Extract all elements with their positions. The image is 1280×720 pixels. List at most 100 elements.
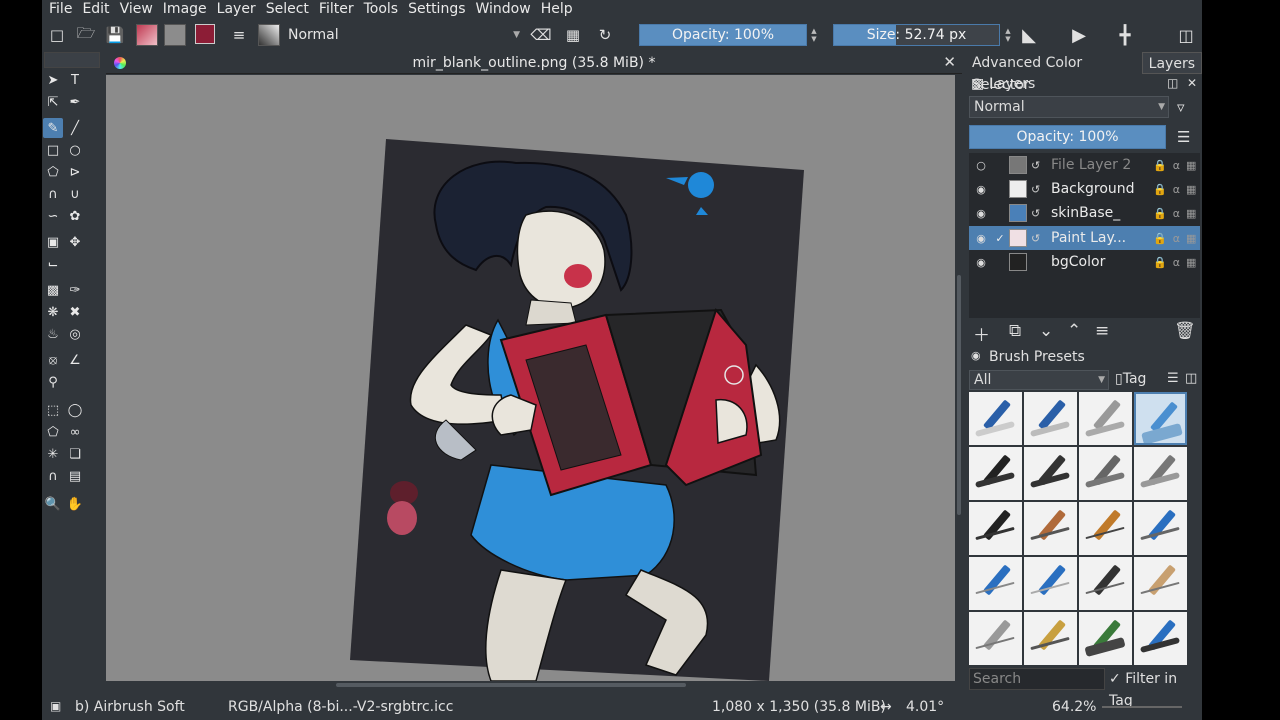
brush-settings-icon[interactable]: ≡ [228,24,250,46]
brush-preset-pencil-3[interactable] [1079,557,1132,610]
alpha-icon[interactable]: α [1173,207,1180,220]
brush-preset-pencil-2[interactable] [1024,557,1077,610]
fill-tool-icon[interactable]: ♨ [43,324,63,344]
blend-mode-select[interactable]: Normal ▼ [282,24,522,46]
menu-image[interactable]: Image [158,0,212,18]
close-icon[interactable]: ✕ [943,53,956,71]
new-document-icon[interactable]: □ [46,24,68,46]
canvas[interactable] [106,75,955,681]
brush-preset-pen-2[interactable] [1024,502,1077,555]
calligraphy-icon[interactable]: ✒ [65,92,85,112]
tab-advanced-color-selector[interactable]: Advanced Color Selector [966,52,1142,93]
menu-layer[interactable]: Layer [212,0,261,18]
menu-filter[interactable]: Filter [314,0,359,18]
toolbox-handle[interactable] [44,52,100,68]
magnetic-select-icon[interactable]: ▤ [65,466,85,486]
assistant-tool-icon[interactable]: ⦻ [43,350,63,370]
horizontal-scroll-thumb[interactable] [336,683,686,687]
grid-view-icon[interactable]: ◫ [1185,371,1197,386]
close-panel-icon[interactable]: ✕ [1187,76,1197,90]
smart-patch-icon[interactable]: ✖ [65,302,85,322]
similar-select-icon[interactable]: ❏ [65,444,85,464]
brush-preset-pencil-1[interactable] [969,557,1022,610]
layer-row[interactable]: ◉ ✓ ↺ Paint Lay... 🔒 α ▦ [969,226,1200,250]
inherit-alpha-icon[interactable]: ▦ [1186,207,1196,220]
size-slider[interactable]: Size: 52.74 px [833,24,1000,46]
line-tool-icon[interactable]: ╱ [65,118,85,138]
brush-preset-ink-3[interactable] [1079,447,1132,500]
size-spin-icon[interactable]: ▲ ▼ [1003,24,1013,46]
crop-tool-icon[interactable]: ⌙ [43,254,63,274]
document-tab[interactable]: mir_blank_outline.png (35.8 MiB) * ✕ [106,52,962,74]
brush-search-input[interactable]: Search [969,668,1105,690]
brush-preset-ink-4[interactable] [1134,447,1187,500]
freehand-path-icon[interactable]: ∪ [65,184,85,204]
alpha-lock-icon[interactable]: ▦ [562,24,584,46]
ellipse-select-icon[interactable]: ◯ [65,400,85,420]
ellipse-tool-icon[interactable]: ○ [65,140,85,160]
transform-tool-icon[interactable]: ▣ [43,232,63,252]
vertical-scroll-thumb[interactable] [957,275,961,515]
dynamic-brush-icon[interactable]: ∽ [43,206,63,226]
layer-blend-mode-select[interactable]: Normal ▼ [969,96,1169,118]
colorize-mask-icon[interactable]: ❋ [43,302,63,322]
move-layer-down-icon[interactable]: ⌄ [1039,321,1053,341]
status-brush-name[interactable]: b) Airbrush Soft [75,699,185,715]
workspace-icon[interactable]: ◫ [1175,24,1197,46]
duplicate-layer-icon[interactable]: ⧉ [1009,321,1021,341]
visibility-icon[interactable]: ◉ [971,207,991,220]
brush-preset-eraser-hard[interactable] [1024,392,1077,445]
brush-preset-airbrush-soft[interactable] [1134,392,1187,445]
gradient-swatch[interactable] [136,24,158,46]
rectangle-tool-icon[interactable]: □ [43,140,63,160]
layer-row[interactable]: ◉ ↺ Background 🔒 α ▦ [969,177,1200,201]
multibrush-icon[interactable]: ✿ [65,206,85,226]
measure-tool-icon[interactable]: ∠ [65,350,85,370]
reload-preset-icon[interactable]: ↻ [594,24,616,46]
opacity-slider[interactable]: Opacity: 100% [639,24,807,46]
alpha-icon[interactable]: α [1173,256,1180,269]
brush-preset-pen-1[interactable] [969,502,1022,555]
brush-preset-swatch[interactable] [258,24,280,46]
lock-icon[interactable]: 🔒 [1153,232,1167,245]
inherit-alpha-icon[interactable]: ▦ [1186,159,1196,172]
menu-select[interactable]: Select [261,0,314,18]
layer-row[interactable]: ○ ↺ File Layer 2 🔒 α ▦ [969,153,1200,177]
tab-layers[interactable]: Layers [1141,52,1202,74]
polygon-tool-icon[interactable]: ⬠ [43,162,63,182]
list-view-icon[interactable]: ☰ [1167,371,1179,386]
visibility-off-icon[interactable]: ○ [971,159,991,172]
lock-icon[interactable]: 🔒 [1153,207,1167,220]
open-document-icon[interactable]: 🗁 [75,24,97,46]
brush-preset-pen-4[interactable] [1134,502,1187,555]
gradient-tool-icon[interactable]: ▩ [43,280,63,300]
foreground-color-swatch[interactable] [195,24,215,44]
visibility-icon[interactable]: ◉ [971,256,991,269]
add-layer-icon[interactable]: ＋ [973,321,990,346]
inherit-alpha-icon[interactable]: ▦ [1186,256,1196,269]
rect-select-icon[interactable]: ⬚ [43,400,63,420]
enclose-fill-icon[interactable]: ◎ [65,324,85,344]
eraser-icon[interactable]: ⌫ [530,24,552,46]
menu-file[interactable]: File [42,0,77,18]
visibility-icon[interactable]: ◉ [971,183,991,196]
lock-icon[interactable]: 🔒 [1153,256,1167,269]
status-rotation[interactable]: 4.01° [906,699,944,715]
alpha-icon[interactable]: α [1173,183,1180,196]
menu-window[interactable]: Window [471,0,536,18]
save-icon[interactable]: 💾 [104,24,126,46]
zoom-slider[interactable] [1102,706,1182,708]
freehand-brush-icon[interactable]: ✎ [43,118,63,138]
hamburger-menu-icon[interactable]: ☰ [1177,128,1190,146]
brush-preset-blender[interactable] [1079,392,1132,445]
layer-row[interactable]: ◉ ↺ skinBase_ 🔒 α ▦ [969,201,1200,225]
text-tool-icon[interactable]: T [65,70,85,90]
bezier-select-icon[interactable]: ∩ [43,466,63,486]
horizontal-scrollbar[interactable] [106,681,955,689]
lock-icon[interactable]: 🔒 [1153,159,1167,172]
polygon-select-icon[interactable]: ⬠ [43,422,63,442]
inherit-alpha-icon[interactable]: ▦ [1186,183,1196,196]
contiguous-select-icon[interactable]: ✳ [43,444,63,464]
status-zoom[interactable]: 64.2% [1052,699,1096,715]
float-panel-icon[interactable]: ◫ [1167,76,1178,90]
